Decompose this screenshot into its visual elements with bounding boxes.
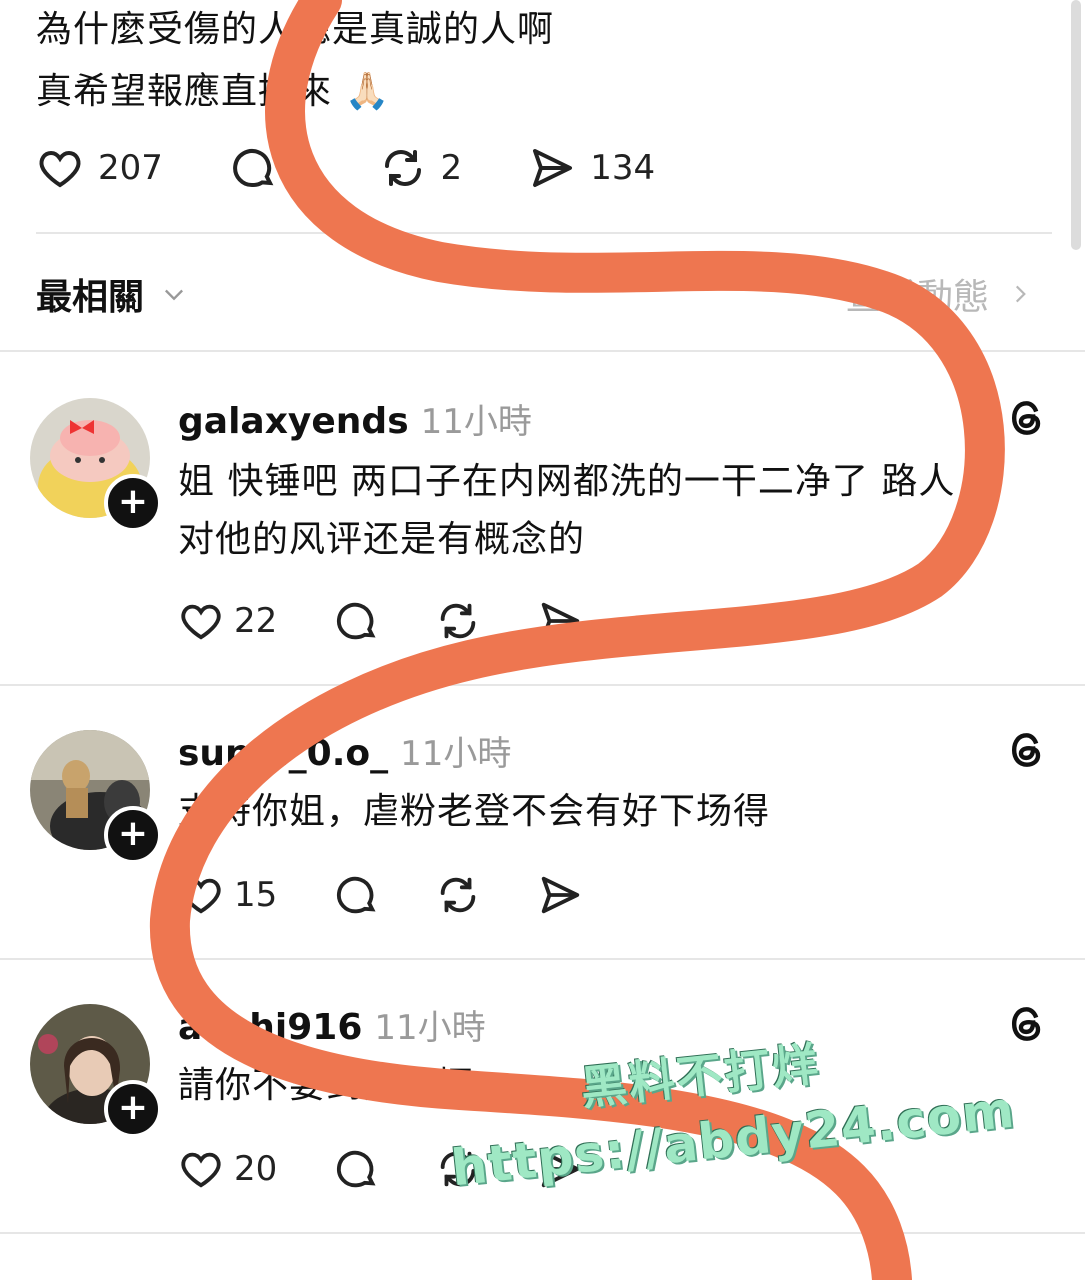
send-icon bbox=[542, 602, 580, 640]
follow-plus-button[interactable]: + bbox=[104, 474, 162, 532]
comment-repost-button[interactable] bbox=[435, 872, 481, 918]
send-icon bbox=[542, 876, 580, 914]
comment-like-count: 20 bbox=[234, 1149, 278, 1189]
comment-reply-button[interactable] bbox=[333, 872, 379, 918]
chevron-right-icon bbox=[1015, 285, 1026, 303]
threads-icon[interactable] bbox=[1005, 396, 1049, 440]
comment-share-button[interactable] bbox=[537, 598, 583, 644]
post-comment-button[interactable]: 8 bbox=[229, 144, 313, 192]
heart-icon bbox=[39, 150, 81, 188]
comment-text-line-1: 支持你姐，虐粉老登不会有好下场得 bbox=[178, 791, 771, 832]
post-repost-count: 2 bbox=[440, 148, 463, 188]
comment-header: sunni_0.o_ 11小時 bbox=[178, 726, 511, 775]
comment-actions: 22 bbox=[178, 598, 639, 644]
chevron-down-icon bbox=[165, 289, 184, 301]
threads-icon[interactable] bbox=[1005, 1002, 1049, 1046]
repost-icon bbox=[384, 150, 421, 186]
comment-time: 11小時 bbox=[374, 1008, 486, 1048]
comment-time: 11小時 bbox=[400, 734, 512, 774]
comment-bubble-icon bbox=[233, 149, 274, 188]
comment-actions: 15 bbox=[178, 872, 639, 918]
post-like-count: 207 bbox=[98, 148, 163, 188]
comment-repost-button[interactable] bbox=[435, 598, 481, 644]
comment-username[interactable]: sunni_0.o_ bbox=[178, 733, 388, 774]
sort-dropdown[interactable]: 最相關 bbox=[36, 268, 188, 320]
comment-bubble-icon bbox=[337, 602, 376, 640]
post-comment-count: 8 bbox=[290, 148, 313, 188]
heart-icon bbox=[181, 604, 221, 640]
comment-username[interactable]: galaxyends bbox=[178, 401, 409, 442]
comment-header: galaxyends 11小時 bbox=[178, 394, 532, 443]
view-activity-link[interactable]: 查看動態 bbox=[845, 268, 1033, 320]
comment-share-button[interactable] bbox=[537, 872, 583, 918]
sort-label: 最相關 bbox=[36, 277, 145, 318]
divider bbox=[0, 350, 1085, 352]
comment-text-line-1: 姐 快锤吧 两口子在内网都洗的一干二净了 路人 bbox=[178, 461, 956, 502]
comment-reply-button[interactable] bbox=[333, 598, 379, 644]
post-share-count: 134 bbox=[590, 148, 656, 188]
comment-reply-button[interactable] bbox=[333, 1146, 379, 1192]
comment-bubble-icon bbox=[337, 1150, 376, 1188]
comment-like-button[interactable]: 20 bbox=[178, 1146, 277, 1192]
repost-icon bbox=[441, 603, 476, 639]
scrollbar[interactable] bbox=[1071, 0, 1081, 250]
follow-plus-button[interactable]: + bbox=[104, 1080, 162, 1138]
heart-icon bbox=[181, 1152, 221, 1188]
send-icon bbox=[533, 149, 573, 187]
comment-like-count: 15 bbox=[234, 875, 278, 915]
view-activity-label: 查看動態 bbox=[844, 277, 989, 318]
post-like-button[interactable]: 207 bbox=[36, 144, 163, 192]
divider bbox=[0, 958, 1085, 960]
comment-like-count: 22 bbox=[234, 601, 278, 641]
comment-text-line-1: 請你不要到處摳摳～ bbox=[178, 1065, 512, 1106]
comment-like-button[interactable]: 22 bbox=[178, 598, 277, 644]
comment-text-line-2: 对他的风评还是有概念的 bbox=[178, 519, 586, 560]
post-share-button[interactable]: 134 bbox=[528, 144, 655, 192]
comment-time: 11小時 bbox=[420, 402, 532, 442]
divider bbox=[0, 684, 1085, 686]
heart-icon bbox=[181, 878, 221, 914]
comment-bubble-icon bbox=[337, 876, 376, 914]
comment-username[interactable]: anchi916 bbox=[178, 1007, 362, 1048]
divider bbox=[0, 1232, 1085, 1234]
divider bbox=[36, 232, 1052, 234]
post-repost-button[interactable]: 2 bbox=[379, 144, 463, 192]
follow-plus-button[interactable]: + bbox=[104, 806, 162, 864]
post-text-line-2: 真希望報應直接來 🙏🏻 bbox=[36, 71, 391, 112]
threads-icon[interactable] bbox=[1005, 728, 1049, 772]
repost-icon bbox=[441, 877, 476, 913]
comment-header: anchi916 11小時 bbox=[178, 1000, 486, 1049]
comment-like-button[interactable]: 15 bbox=[178, 872, 277, 918]
post-text-line-1: 為什麼受傷的人總是真誠的人啊 bbox=[36, 9, 555, 50]
post-stats-row: 207 8 2 134 bbox=[36, 144, 655, 192]
